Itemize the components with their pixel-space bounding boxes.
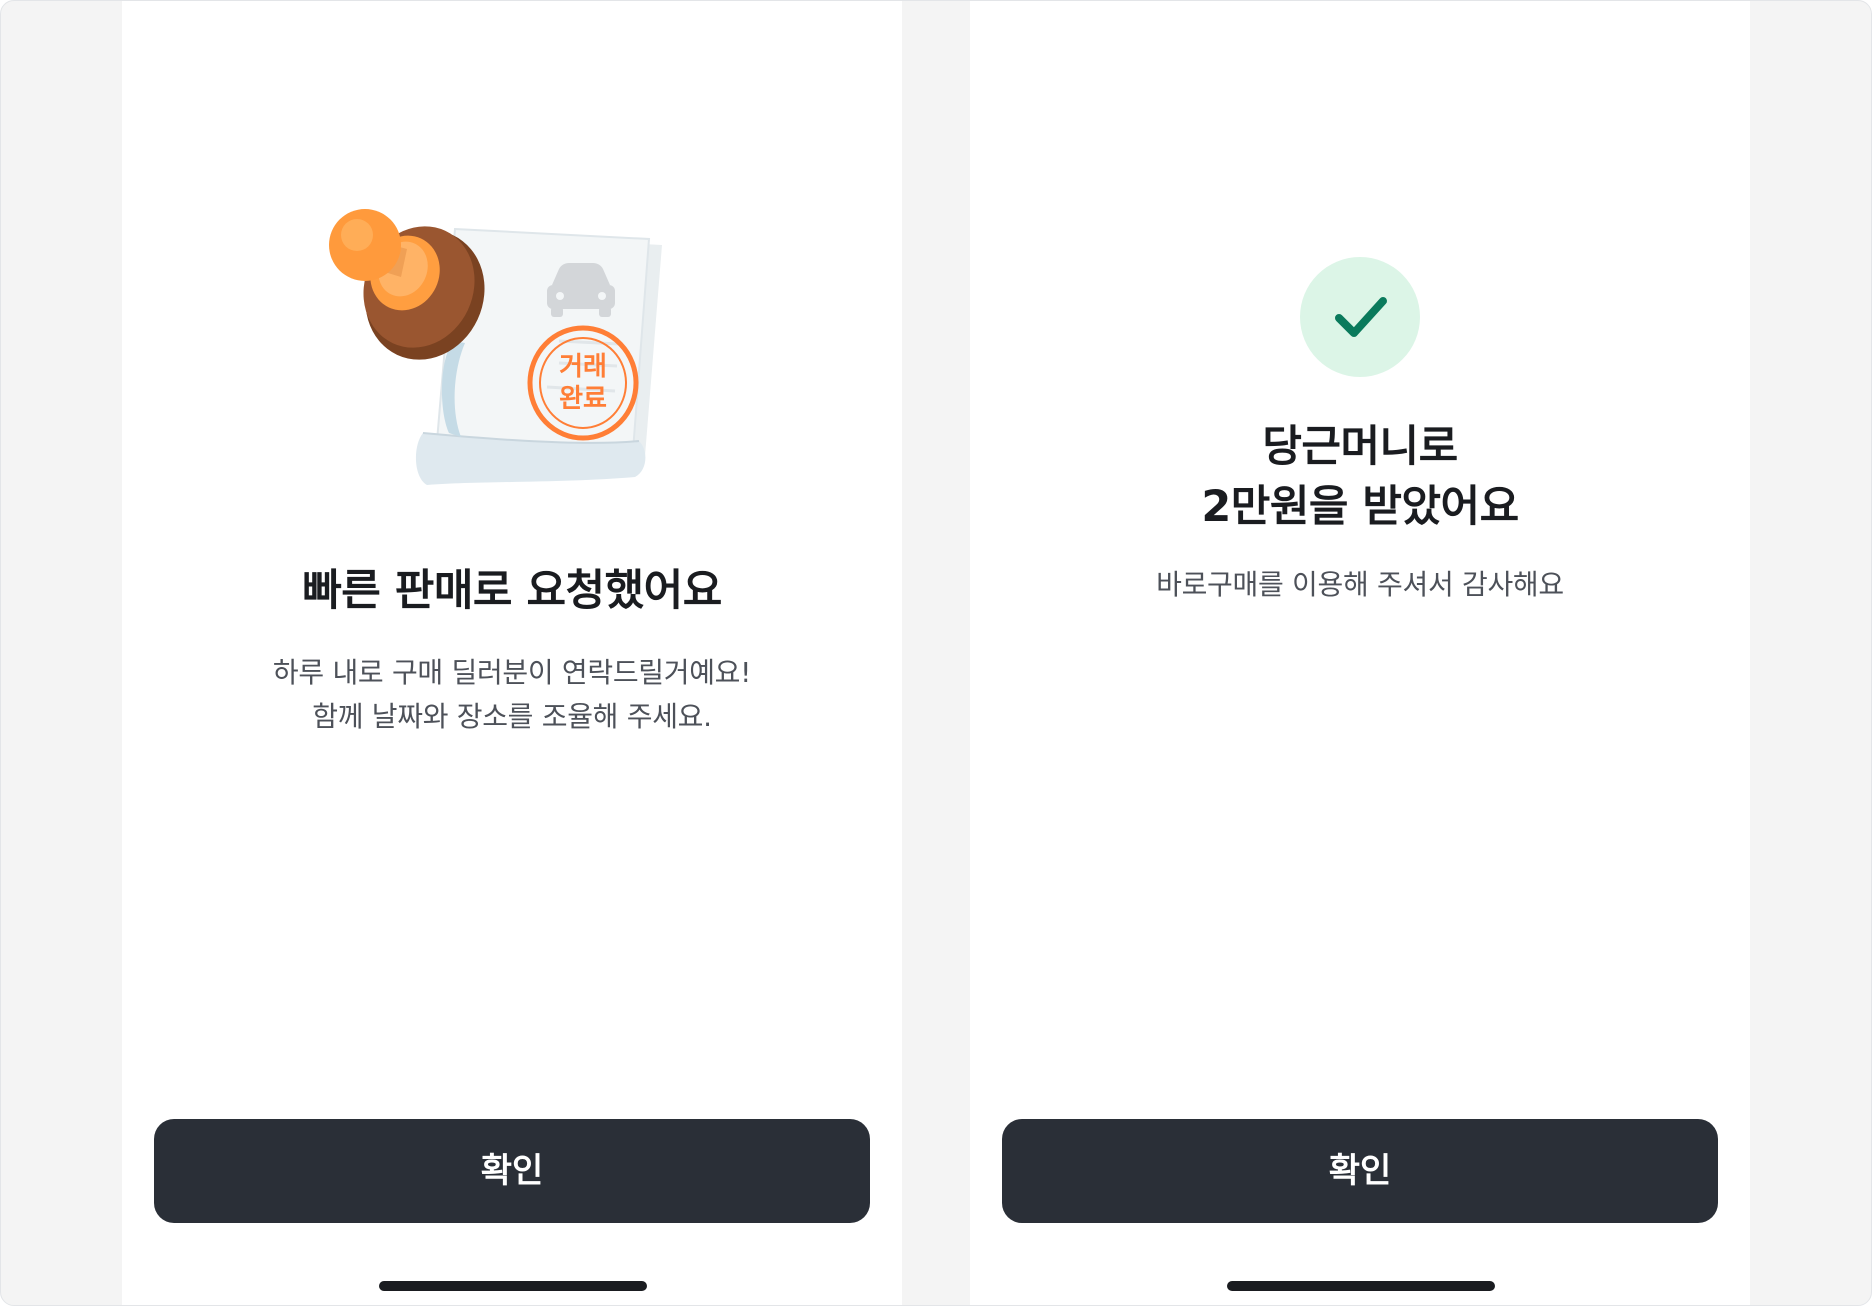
success-badge bbox=[1300, 257, 1420, 377]
quick-sale-requested-screen: 거래 완료 빠른 판매로 요청했어요 하루 내로 구매 딜러분이 연락드릴거예요… bbox=[122, 1, 902, 1305]
page-subtitle: 하루 내로 구매 딜러분이 연락드릴거예요! 함께 날짜와 장소를 조율해 주세… bbox=[272, 656, 752, 733]
check-icon bbox=[1335, 297, 1387, 337]
karrot-money-received-screen: 당근머니로 2만원을 받았어요 바로구매를 이용해 주셔서 감사해요 확인 bbox=[970, 1, 1750, 1305]
home-indicator bbox=[1227, 1281, 1495, 1291]
home-indicator bbox=[379, 1281, 647, 1291]
stamp-document-icon: 거래 완료 bbox=[327, 201, 697, 501]
page-title: 당근머니로 2만원을 받았어요 bbox=[1201, 422, 1519, 532]
page-subtitle: 바로구매를 이용해 주셔서 감사해요 bbox=[1156, 568, 1564, 601]
confirm-button[interactable]: 확인 bbox=[1002, 1119, 1718, 1223]
stamp-text-line-2: 완료 bbox=[559, 384, 607, 414]
app-window: 거래 완료 빠른 판매로 요청했어요 하루 내로 구매 딜러분이 연락드릴거예요… bbox=[0, 0, 1872, 1306]
stamp-text-line-1: 거래 bbox=[559, 352, 607, 382]
page-title: 빠른 판매로 요청했어요 bbox=[302, 566, 722, 616]
confirm-button[interactable]: 확인 bbox=[154, 1119, 870, 1223]
